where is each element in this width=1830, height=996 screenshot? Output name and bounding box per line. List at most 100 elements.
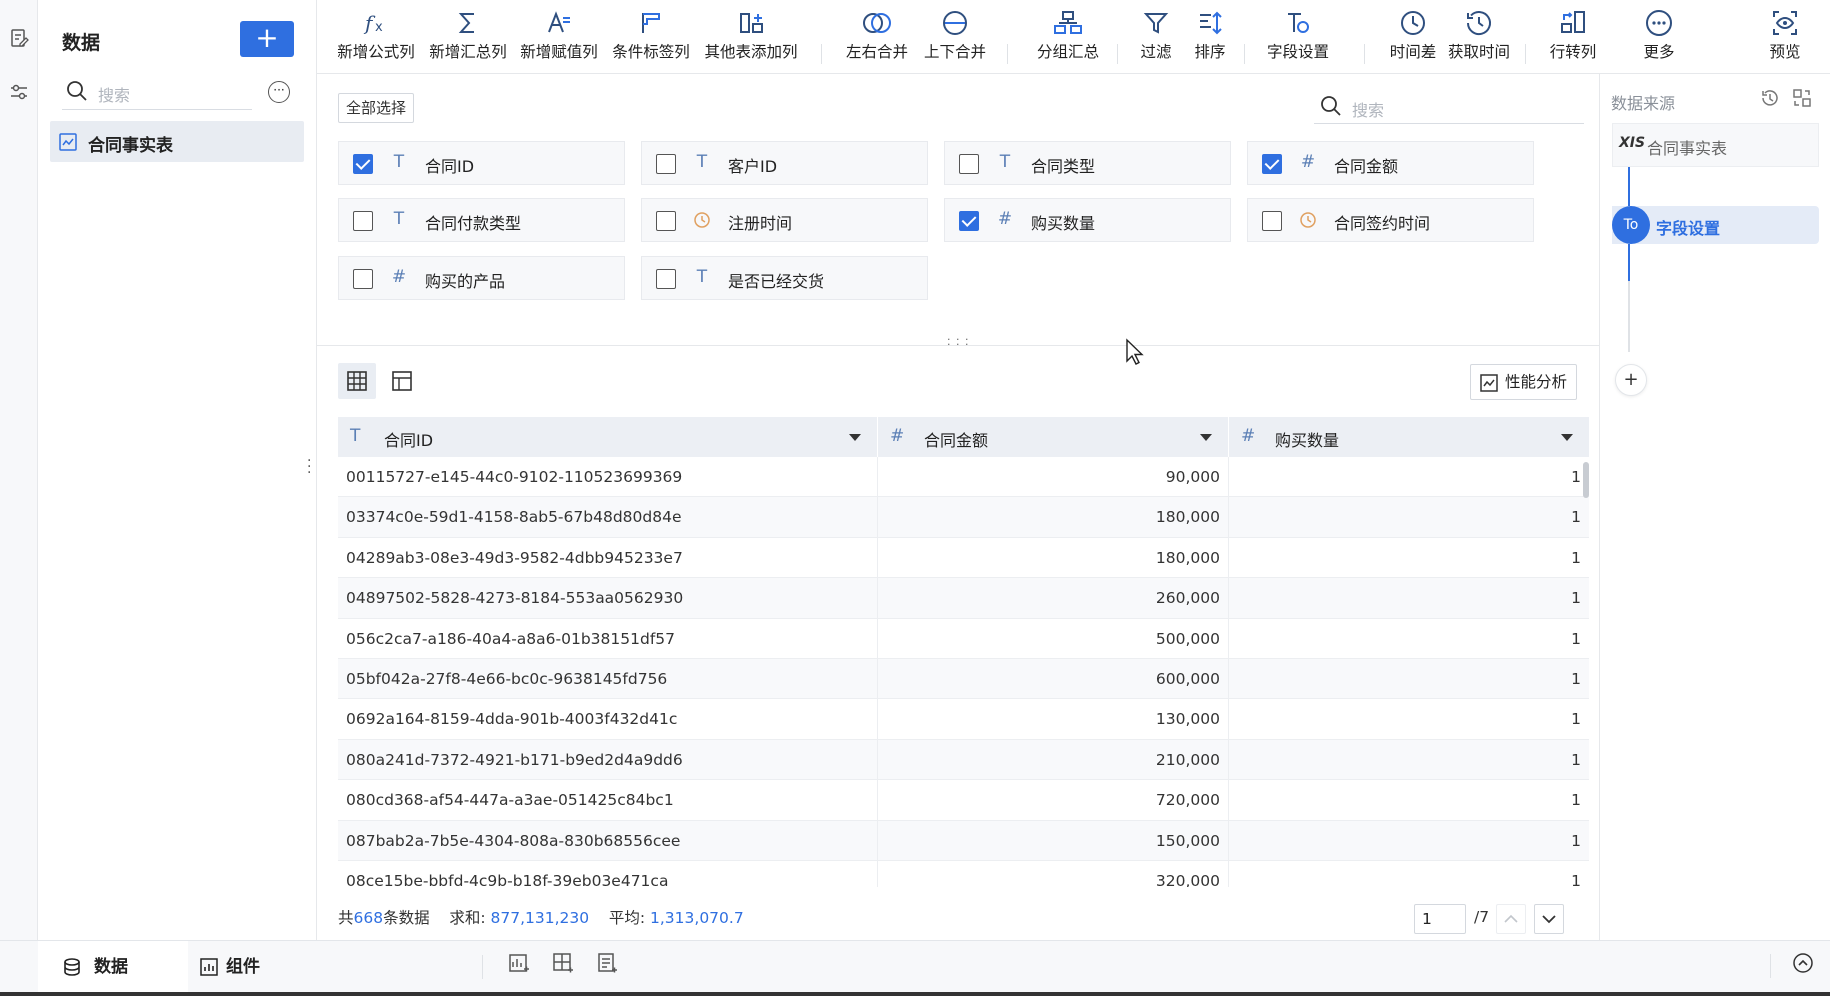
add-dashboard-icon[interactable] [552,952,574,974]
step-field-settings[interactable]: To 字段设置 [1612,206,1819,244]
data-source-panel: 数据来源 XIS 合同事实表 To 字段设置 + [1599,74,1830,940]
condition-label-column-button[interactable]: 条件标签列 [610,0,692,74]
left-rail [0,0,38,940]
text-type-icon: T [393,209,405,229]
source-node[interactable]: XIS 合同事实表 [1612,123,1819,167]
resize-handle[interactable]: · · · · · · [947,334,969,350]
field-checkbox[interactable] [353,269,373,289]
field-checkbox[interactable] [656,154,676,174]
table-cell: 087bab2a-7b5e-4304-808a-830b68556cee [338,820,878,861]
group-summary-button[interactable]: 分组汇总 [1027,0,1109,74]
avg-value: 1,313,070.7 [650,909,744,927]
text-type-icon: T [350,426,361,446]
left-right-merge-button[interactable]: 左右合并 [842,0,912,74]
settings-sliders-icon[interactable] [9,82,29,102]
edit-doc-icon[interactable] [9,28,29,48]
sum-value: 877,131,230 [490,909,590,927]
table-cell: 080cd368-af54-447a-a3ae-051425c84bc1 [338,780,878,821]
field-card[interactable]: 合同签约时间 [1247,198,1534,242]
row-to-column-button[interactable]: 行转列 [1545,0,1601,74]
table-cell: 1 [1571,548,1581,567]
column-header-contract-id[interactable]: T 合同ID [338,417,878,457]
field-card[interactable]: T 合同付款类型 [338,198,625,242]
dropdown-arrow-icon[interactable] [849,434,861,441]
field-card[interactable]: # 购买数量 [944,198,1231,242]
table-cell: 04897502-5828-4273-8184-553aa0562930 [338,578,878,619]
more-options-icon[interactable]: ··· [268,81,290,103]
component-chart-icon [200,958,218,976]
add-chart-icon[interactable] [508,952,530,974]
grid-view-toggle[interactable] [338,363,376,399]
dropdown-arrow-icon[interactable] [1200,434,1212,441]
dropdown-arrow-icon[interactable] [1561,434,1573,441]
add-summary-column-button[interactable]: 新增汇总列 [427,0,509,74]
add-assign-column-button[interactable]: 新增赋值列 [518,0,600,74]
table-item-label: 合同事实表 [88,136,173,156]
next-page-button[interactable] [1534,904,1564,934]
field-search-input[interactable]: 搜索 [1314,90,1584,124]
prev-page-button[interactable] [1496,904,1526,934]
column-header-contract-amount[interactable]: # 合同金额 [878,417,1229,457]
more-button[interactable]: 更多 [1639,0,1679,74]
field-checkbox[interactable] [1262,211,1282,231]
panel-resize-handle[interactable]: · · · [307,454,311,480]
filter-button[interactable]: 过滤 [1137,0,1175,74]
field-card[interactable]: T 合同ID [338,141,625,185]
table-cell: 180,000 [878,497,1229,538]
field-checkbox[interactable] [959,154,979,174]
add-column-from-other-table-button[interactable]: 其他表添加列 [702,0,800,74]
table-cell: 1 [1571,629,1581,648]
layout-view-toggle[interactable] [383,363,421,399]
add-formula-column-button[interactable]: fx 新增公式列 [335,0,417,74]
field-settings-icon [1288,13,1309,33]
field-checkbox[interactable] [656,269,676,289]
collapse-up-icon[interactable] [1792,952,1814,974]
field-checkbox[interactable] [1262,154,1282,174]
tab-component[interactable]: 组件 [188,941,338,993]
table-row: 080cd368-af54-447a-a3ae-051425c84bc1 720,… [338,780,1589,821]
toolbar-divider [1007,44,1008,64]
table-scrollbar[interactable] [1583,462,1589,498]
add-step-button[interactable]: + [1615,364,1647,396]
venn-icon [863,13,891,33]
top-bottom-merge-button[interactable]: 上下合并 [920,0,990,74]
tab-data[interactable]: 数据 [38,941,188,993]
field-card[interactable]: 注册时间 [641,198,928,242]
time-type-icon [1298,211,1318,234]
sort-button[interactable]: 排序 [1191,0,1229,74]
expand-layout-icon[interactable] [1792,88,1812,108]
select-all-button[interactable]: 全部选择 [338,93,415,123]
text-type-icon: T [393,152,405,172]
field-checkbox[interactable] [353,211,373,231]
add-report-icon[interactable] [596,952,618,974]
search-icon [1321,96,1341,116]
field-name: 合同签约时间 [1334,214,1431,233]
table-item[interactable]: 合同事实表 [50,121,304,162]
get-time-button[interactable]: 获取时间 [1445,0,1513,74]
app-root: 数据 + 搜索 ··· 合同事实表 · · · fx 新增公式列 新增汇总列 新增赋… [0,0,1830,996]
table-cell: 03374c0e-59d1-4158-8ab5-67b48d80d84e [338,497,878,538]
field-checkbox[interactable] [353,154,373,174]
field-card[interactable]: T 客户ID [641,141,928,185]
performance-analysis-button[interactable]: 性能分析 [1470,364,1577,400]
field-settings-button[interactable]: 字段设置 [1257,0,1339,74]
field-settings-step-icon: To [1612,206,1650,244]
time-diff-button[interactable]: 时间差 [1386,0,1440,74]
sort-icon [1200,11,1222,35]
toolbar-divider [1364,44,1365,64]
chart-analysis-icon [1480,374,1498,392]
add-table-button[interactable]: + [240,21,294,57]
field-checkbox[interactable] [959,211,979,231]
field-checkbox[interactable] [656,211,676,231]
column-header-purchase-quantity[interactable]: # 购买数量 [1229,417,1589,457]
pivot-icon [1561,11,1585,33]
refresh-icon[interactable] [1760,88,1780,108]
field-card[interactable]: T 是否已经交货 [641,256,928,300]
preview-button[interactable]: 预览 [1765,0,1805,74]
clock-arrow-icon [1466,11,1491,35]
page-number-input[interactable]: 1 [1414,904,1466,934]
table-search-input[interactable]: 搜索 [62,76,252,110]
field-card[interactable]: # 购买的产品 [338,256,625,300]
field-card[interactable]: # 合同金额 [1247,141,1534,185]
field-card[interactable]: T 合同类型 [944,141,1231,185]
